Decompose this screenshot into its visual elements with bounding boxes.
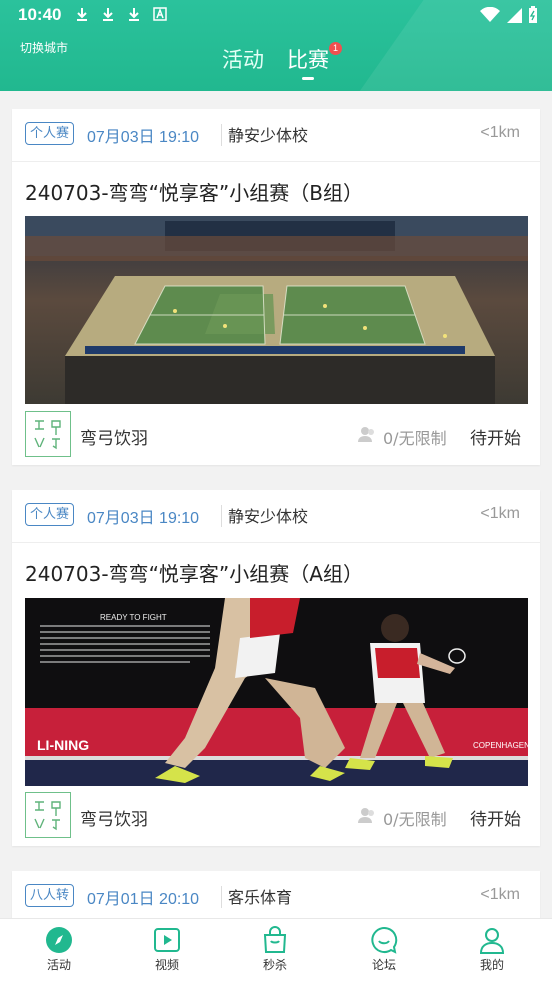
organizer-name: 弯弓饮羽 <box>80 429 148 449</box>
photo-headline: READY TO FIGHT <box>100 613 167 622</box>
tab-activities[interactable]: 活动 <box>222 44 264 74</box>
match-distance: <1km <box>480 886 520 903</box>
app-header: 10:40 切换城市 活动 比赛 1 <box>0 0 552 91</box>
match-datetime: 07月03日 19:10 <box>87 129 200 146</box>
download-icon <box>100 6 116 22</box>
match-venue: 客乐体育 <box>228 888 293 907</box>
matches-badge: 1 <box>329 42 342 55</box>
match-photo <box>25 216 528 404</box>
match-datetime: 07月03日 19:10 <box>87 510 200 527</box>
notification-a-icon <box>152 6 168 22</box>
organizer-logo <box>25 792 71 838</box>
nav-forum[interactable]: 论坛 <box>344 919 424 973</box>
nav-label: 我的 <box>479 958 504 972</box>
download-icon <box>126 6 142 22</box>
match-status: 待开始 <box>470 429 521 449</box>
match-title: 240703-弯弯“悦享客”小组赛（B组） <box>25 181 364 205</box>
nav-label: 秒杀 <box>262 958 287 972</box>
people-icon <box>358 426 376 446</box>
divider <box>221 505 222 527</box>
divider <box>221 124 222 146</box>
photo-sub-text: COPENHAGEN <box>473 741 528 750</box>
photo-banner-text: LI-NING <box>37 737 89 753</box>
nav-activities[interactable]: 活动 <box>19 919 99 973</box>
organizer-name: 弯弓饮羽 <box>80 810 148 830</box>
nav-label: 活动 <box>46 958 71 972</box>
bottom-navigation: 活动 视频 秒杀 论坛 我的 <box>0 918 552 982</box>
match-distance: <1km <box>480 124 520 141</box>
nav-flash-sale[interactable]: 秒杀 <box>235 919 315 973</box>
tab-matches[interactable]: 比赛 <box>287 44 329 74</box>
match-datetime: 07月01日 20:10 <box>87 891 200 908</box>
video-play-icon <box>153 926 181 954</box>
match-status: 待开始 <box>470 810 521 830</box>
user-icon <box>478 926 506 954</box>
compass-icon <box>45 926 73 954</box>
switch-city-button[interactable]: 切换城市 <box>20 39 68 56</box>
match-venue: 静安少体校 <box>228 126 309 145</box>
people-icon <box>358 807 376 827</box>
divider <box>221 886 222 908</box>
match-card[interactable]: 个人赛 07月03日 19:10 静安少体校 <1km 240703-弯弯“悦享… <box>12 109 540 465</box>
nav-video[interactable]: 视频 <box>127 919 207 973</box>
match-card[interactable]: 个人赛 07月03日 19:10 静安少体校 <1km 240703-弯弯“悦享… <box>12 490 540 846</box>
download-icon <box>74 6 90 22</box>
participant-capacity: 0/无限制 <box>383 429 447 448</box>
match-type-tag: 个人赛 <box>25 503 75 526</box>
wifi-icon <box>480 6 500 27</box>
match-photo: READY TO FIGHT LI-NING COPENHAGEN <box>25 598 528 786</box>
battery-icon <box>528 6 538 28</box>
match-venue: 静安少体校 <box>228 507 309 526</box>
nav-label: 论坛 <box>371 958 396 972</box>
shopping-bag-icon <box>261 926 289 954</box>
signal-icon <box>506 7 522 27</box>
status-time: 10:40 <box>18 5 62 24</box>
status-bar: 10:40 <box>0 0 552 30</box>
chat-smile-icon <box>370 926 398 954</box>
match-distance: <1km <box>480 505 520 522</box>
match-title: 240703-弯弯“悦享客”小组赛（A组） <box>25 562 363 586</box>
match-type-tag: 八人转 <box>25 884 75 907</box>
participant-capacity: 0/无限制 <box>383 810 447 829</box>
match-type-tag: 个人赛 <box>25 122 75 145</box>
nav-profile[interactable]: 我的 <box>452 919 532 973</box>
organizer-logo <box>25 411 71 457</box>
active-tab-indicator <box>302 77 314 80</box>
nav-label: 视频 <box>154 958 179 972</box>
